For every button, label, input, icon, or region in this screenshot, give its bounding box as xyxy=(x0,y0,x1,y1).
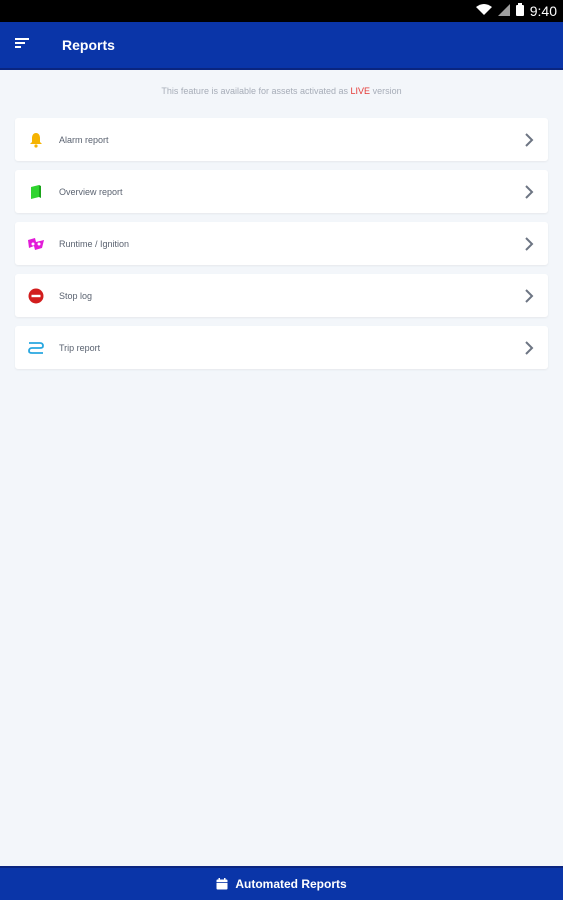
chevron-right-icon xyxy=(522,235,536,253)
bell-icon xyxy=(26,130,46,150)
trip-icon xyxy=(26,338,46,358)
menu-button[interactable] xyxy=(0,21,44,69)
automated-reports-label: Automated Reports xyxy=(235,877,347,891)
runtime-icon xyxy=(26,234,46,254)
chevron-right-icon xyxy=(522,131,536,149)
notice-live: LIVE xyxy=(350,86,371,96)
stop-icon xyxy=(26,286,46,306)
report-item-stop-log[interactable]: Stop log xyxy=(15,274,548,317)
book-icon xyxy=(26,182,46,202)
battery-icon xyxy=(515,3,524,19)
menu-icon xyxy=(14,36,30,54)
report-label: Trip report xyxy=(59,342,101,353)
page-title: Reports xyxy=(62,37,115,53)
report-item-overview[interactable]: Overview report xyxy=(15,170,548,213)
chevron-right-icon xyxy=(522,183,536,201)
wifi-icon xyxy=(475,3,492,19)
report-item-alarm[interactable]: Alarm report xyxy=(15,118,548,161)
live-notice: This feature is available for assets act… xyxy=(0,86,563,96)
status-time: 9:40 xyxy=(529,3,557,19)
chevron-right-icon xyxy=(522,339,536,357)
report-item-runtime[interactable]: Runtime / Ignition xyxy=(15,222,548,265)
automated-reports-button[interactable]: Automated Reports xyxy=(0,866,563,900)
chevron-right-icon xyxy=(522,287,536,305)
report-item-trip[interactable]: Trip report xyxy=(15,326,548,369)
status-bar: 9:40 xyxy=(0,0,563,22)
report-label: Runtime / Ignition xyxy=(59,238,130,249)
notice-prefix: This feature is available for assets act… xyxy=(161,86,349,96)
report-label: Stop log xyxy=(59,290,93,301)
calendar-icon xyxy=(216,878,228,890)
report-label: Overview report xyxy=(59,186,123,197)
report-label: Alarm report xyxy=(59,134,109,145)
signal-icon xyxy=(497,3,510,19)
app-bar: Reports xyxy=(0,22,563,70)
notice-suffix: version xyxy=(372,86,402,96)
report-list: Alarm report Overview report Runtime / I… xyxy=(15,118,548,378)
